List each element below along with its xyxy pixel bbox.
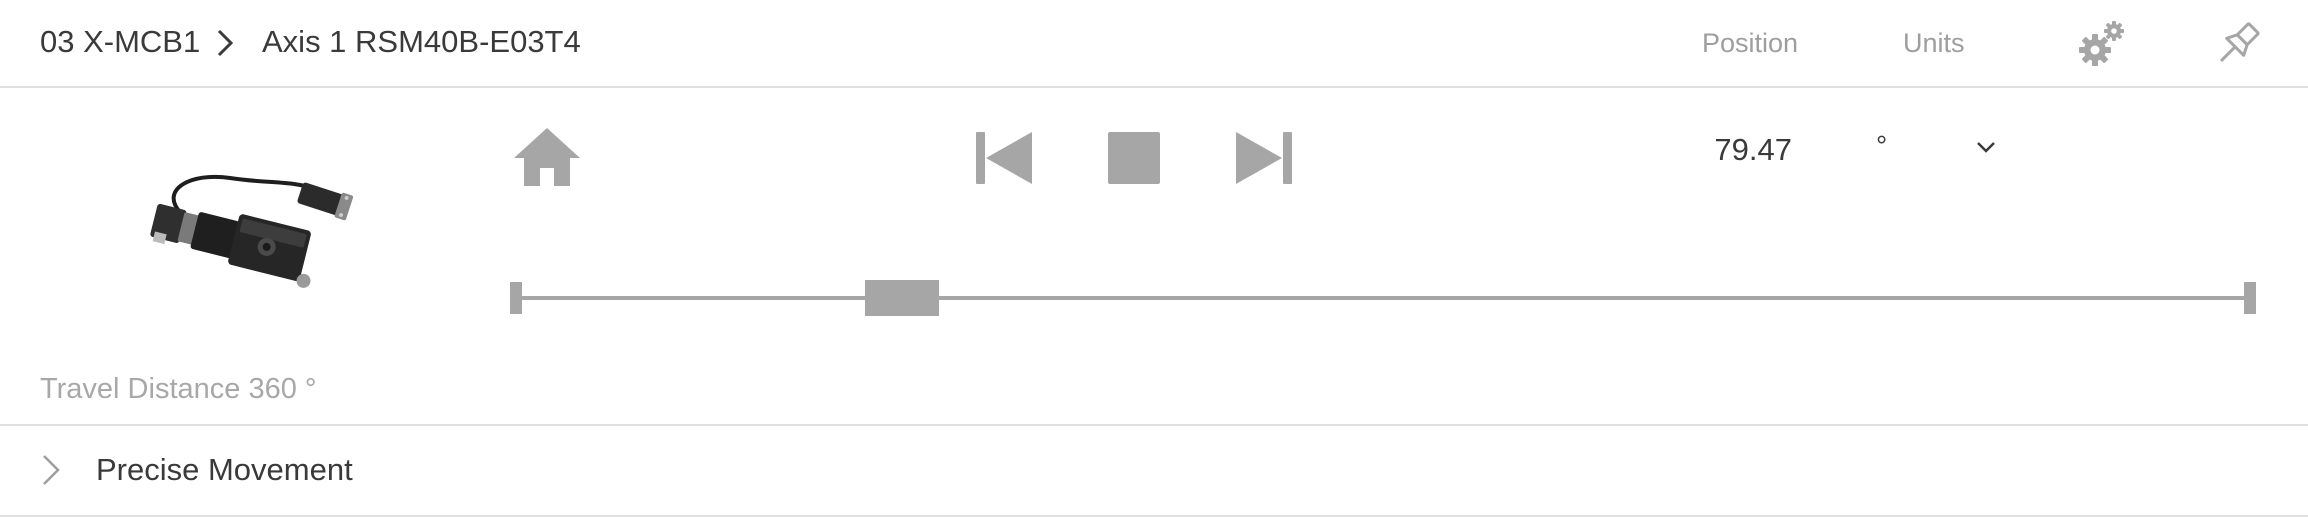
- panel-header: 03 X-MCB1 Axis 1 RSM40B-E03T4 Position U…: [0, 0, 2308, 88]
- pin-icon[interactable]: [2212, 18, 2264, 70]
- slider-thumb[interactable]: [865, 280, 940, 316]
- position-slider[interactable]: [510, 278, 2256, 318]
- axis-control-panel: 03 X-MCB1 Axis 1 RSM40B-E03T4 Position U…: [0, 0, 2308, 517]
- breadcrumb-device[interactable]: 03 X-MCB1: [40, 22, 200, 62]
- device-image: [150, 174, 354, 288]
- position-tab[interactable]: Position: [1702, 24, 1798, 62]
- settings-gears-icon[interactable]: [2076, 18, 2128, 70]
- home-button[interactable]: [512, 126, 582, 188]
- stop-button[interactable]: [1108, 132, 1160, 184]
- precise-movement-label: Precise Movement: [96, 452, 353, 487]
- slider-max-marker: [2244, 282, 2256, 314]
- breadcrumb-axis[interactable]: Axis 1 RSM40B-E03T4: [262, 22, 581, 62]
- slider-track[interactable]: [522, 296, 2244, 300]
- travel-distance-label: Travel Distance 360 °: [40, 373, 317, 405]
- chevron-right-icon: [217, 29, 234, 57]
- slider-min-marker: [510, 282, 522, 314]
- move-min-button[interactable]: [976, 132, 1034, 184]
- position-value[interactable]: 79.47: [1650, 130, 1792, 170]
- chevron-right-icon: [43, 455, 60, 485]
- units-tab[interactable]: Units: [1903, 24, 1965, 62]
- precise-movement-expander[interactable]: Precise Movement: [0, 424, 2308, 517]
- chevron-down-icon: [1977, 142, 1995, 153]
- move-max-button[interactable]: [1234, 132, 1292, 184]
- unit-dropdown[interactable]: °: [1862, 126, 2002, 170]
- unit-selected-value: °: [1876, 130, 1888, 161]
